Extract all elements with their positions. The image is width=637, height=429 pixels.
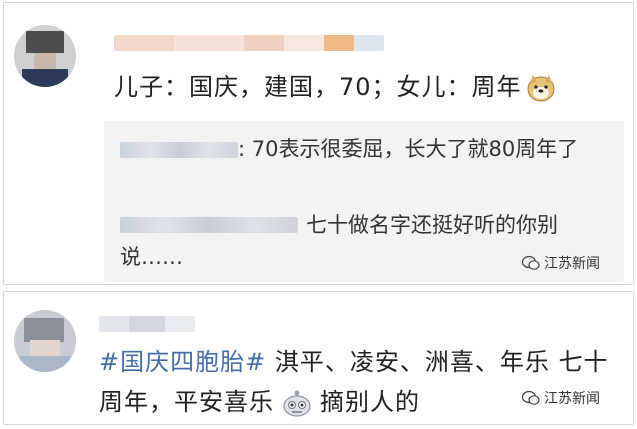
comment-card: 儿子：国庆，建国，70；女儿：周年 : 70表示很委屈，长大了就80周年了 七十… bbox=[3, 2, 634, 285]
reply-1-text: : 70表示很委屈，长大了就80周年了 bbox=[238, 137, 579, 161]
watermark: 江苏新闻 bbox=[522, 253, 600, 273]
watermark-text: 江苏新闻 bbox=[544, 256, 600, 272]
reply-username-blurred[interactable] bbox=[120, 142, 238, 158]
watermark: 江苏新闻 bbox=[522, 388, 600, 408]
user-avatar[interactable] bbox=[14, 25, 76, 87]
username-blurred[interactable] bbox=[114, 35, 384, 51]
hashtag-link[interactable]: #国庆四胞胎# bbox=[99, 348, 266, 376]
comment-text: #国庆四胞胎# 淇平、凌安、洲喜、年乐 七十 bbox=[99, 342, 608, 382]
wechat-icon bbox=[522, 390, 540, 405]
doge-emoji-icon bbox=[527, 75, 555, 102]
user-avatar[interactable] bbox=[14, 310, 76, 372]
watermark-text: 江苏新闻 bbox=[544, 391, 600, 407]
comment-text: 儿子：国庆，建国，70；女儿：周年 bbox=[114, 67, 556, 107]
comment-body-3: 摘别人的 bbox=[320, 388, 420, 416]
reply-1: : 70表示很委屈，长大了就80周年了 bbox=[120, 133, 615, 165]
robot-emoji-icon bbox=[283, 390, 311, 417]
comment-body: 淇平、凌安、洲喜、年乐 七十 bbox=[266, 348, 609, 376]
comment-body: 儿子：国庆，建国，70；女儿：周年 bbox=[114, 73, 522, 101]
wechat-icon bbox=[522, 255, 540, 270]
comment-body-2: 周年，平安喜乐 bbox=[99, 388, 274, 416]
reply-username-blurred[interactable] bbox=[120, 217, 298, 233]
username-blurred[interactable] bbox=[99, 316, 195, 332]
comment-text-line2: 周年，平安喜乐 摘别人的 bbox=[99, 382, 420, 422]
comment-card: #国庆四胞胎# 淇平、凌安、洲喜、年乐 七十 周年，平安喜乐 摘别人的 江苏新闻 bbox=[3, 291, 634, 425]
